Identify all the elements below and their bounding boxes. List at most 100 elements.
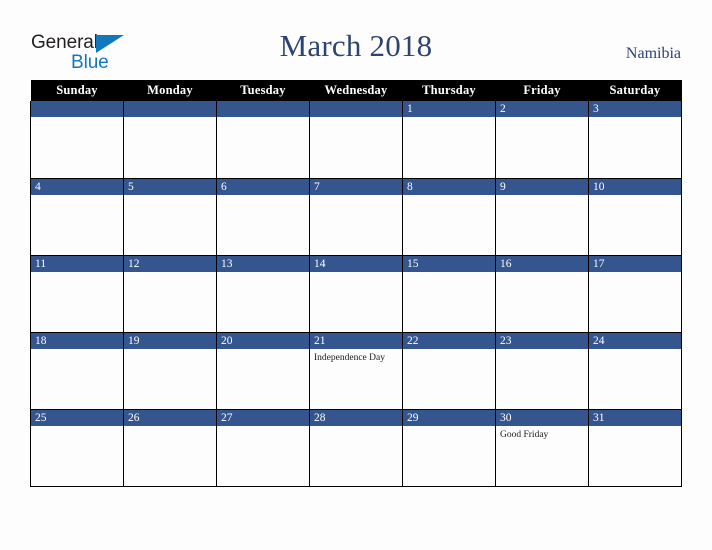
day-cell-content: 14 bbox=[310, 255, 402, 332]
calendar-day-cell[interactable]: 27 bbox=[216, 409, 310, 487]
weekday-header-friday: Friday bbox=[495, 80, 589, 101]
calendar-day-cell[interactable]: 15 bbox=[402, 255, 496, 333]
calendar-day-cell[interactable]: 14 bbox=[309, 255, 403, 333]
day-cell-content: 3 bbox=[589, 101, 681, 178]
day-cell-content: 26 bbox=[124, 409, 216, 486]
day-cell-content: 29 bbox=[403, 409, 495, 486]
day-cell-content: 21 Independence Day bbox=[310, 332, 402, 409]
calendar-table: Sunday Monday Tuesday Wednesday Thursday… bbox=[30, 80, 682, 487]
calendar-day-cell[interactable]: 5 bbox=[123, 178, 217, 256]
day-cell-content: 20 bbox=[217, 332, 309, 409]
day-cell-content: 1 bbox=[403, 101, 495, 178]
calendar-day-cell[interactable] bbox=[30, 101, 124, 179]
day-cell-content bbox=[217, 101, 309, 178]
day-number: 3 bbox=[589, 101, 681, 117]
day-cell-content: 16 bbox=[496, 255, 588, 332]
calendar-day-cell[interactable]: 6 bbox=[216, 178, 310, 256]
calendar-week-row: 123 bbox=[30, 101, 682, 179]
calendar-day-cell[interactable]: 1 bbox=[402, 101, 496, 179]
day-cell-content: 24 bbox=[589, 332, 681, 409]
calendar-body: 1 2 3 4 5 6 7 8 9 10 11 12 13 14 15 16 17 18 19 20 21 Indepen… bbox=[30, 101, 682, 487]
calendar-day-cell[interactable]: 23 bbox=[495, 332, 589, 410]
calendar-day-cell[interactable] bbox=[216, 101, 310, 179]
calendar-day-cell[interactable]: 29 bbox=[402, 409, 496, 487]
day-number bbox=[31, 101, 123, 117]
calendar-day-cell[interactable]: 11 bbox=[30, 255, 124, 333]
calendar-day-cell[interactable]: 24 bbox=[588, 332, 682, 410]
day-number bbox=[217, 101, 309, 117]
day-number: 6 bbox=[217, 178, 309, 195]
calendar-day-cell[interactable]: 10 bbox=[588, 178, 682, 256]
day-cell-content: 12 bbox=[124, 255, 216, 332]
calendar-day-cell[interactable]: 7 bbox=[309, 178, 403, 256]
day-cell-content: 4 bbox=[31, 178, 123, 255]
day-cell-content bbox=[31, 101, 123, 178]
day-number: 12 bbox=[124, 255, 216, 272]
day-number: 30 bbox=[496, 409, 588, 426]
day-cell-content: 28 bbox=[310, 409, 402, 486]
calendar-day-cell[interactable]: 26 bbox=[123, 409, 217, 487]
country-label: Namibia bbox=[625, 45, 681, 62]
calendar-day-cell[interactable]: 16 bbox=[495, 255, 589, 333]
calendar-day-cell[interactable]: 30 Good Friday bbox=[495, 409, 589, 487]
day-number: 25 bbox=[31, 409, 123, 426]
day-number bbox=[310, 101, 402, 117]
calendar-day-cell[interactable]: 2 bbox=[495, 101, 589, 179]
calendar-day-cell[interactable]: 21 Independence Day bbox=[309, 332, 403, 410]
calendar-week-row: 11 12 13 14 15 16 17 bbox=[30, 255, 682, 333]
calendar-day-cell[interactable]: 17 bbox=[588, 255, 682, 333]
calendar-day-cell[interactable]: 12 bbox=[123, 255, 217, 333]
weekday-header-sunday: Sunday bbox=[30, 80, 124, 101]
day-number: 16 bbox=[496, 255, 588, 272]
day-number: 26 bbox=[124, 409, 216, 426]
day-number: 18 bbox=[31, 332, 123, 349]
calendar-day-cell[interactable]: 18 bbox=[30, 332, 124, 410]
day-cell-content: 9 bbox=[496, 178, 588, 255]
day-cell-content: 23 bbox=[496, 332, 588, 409]
calendar-day-cell[interactable] bbox=[309, 101, 403, 179]
calendar-day-cell[interactable]: 13 bbox=[216, 255, 310, 333]
calendar-day-cell[interactable]: 20 bbox=[216, 332, 310, 410]
day-number: 10 bbox=[589, 178, 681, 195]
calendar-day-cell[interactable]: 8 bbox=[402, 178, 496, 256]
day-cell-content: 10 bbox=[589, 178, 681, 255]
weekday-header-saturday: Saturday bbox=[588, 80, 682, 101]
weekday-header-monday: Monday bbox=[123, 80, 217, 101]
day-number: 11 bbox=[31, 255, 123, 272]
day-number: 1 bbox=[403, 101, 495, 117]
day-number: 15 bbox=[403, 255, 495, 272]
day-number bbox=[124, 101, 216, 117]
day-number: 14 bbox=[310, 255, 402, 272]
day-number: 4 bbox=[31, 178, 123, 195]
calendar-day-cell[interactable]: 25 bbox=[30, 409, 124, 487]
weekday-header-thursday: Thursday bbox=[402, 80, 496, 101]
calendar-day-cell[interactable]: 28 bbox=[309, 409, 403, 487]
calendar-week-row: 18 19 20 21 Independence Day 22 23 24 bbox=[30, 332, 682, 410]
calendar-header-row-group: Sunday Monday Tuesday Wednesday Thursday… bbox=[30, 80, 682, 101]
day-cell-content: 18 bbox=[31, 332, 123, 409]
calendar-day-cell[interactable] bbox=[123, 101, 217, 179]
day-number: 9 bbox=[496, 178, 588, 195]
calendar-day-cell[interactable]: 3 bbox=[588, 101, 682, 179]
calendar-day-cell[interactable]: 19 bbox=[123, 332, 217, 410]
day-cell-content: 17 bbox=[589, 255, 681, 332]
day-cell-content bbox=[124, 101, 216, 178]
day-number: 13 bbox=[217, 255, 309, 272]
day-cell-content: 8 bbox=[403, 178, 495, 255]
holiday-event-label: Independence Day bbox=[314, 352, 385, 363]
calendar-day-cell[interactable]: 22 bbox=[402, 332, 496, 410]
day-number: 24 bbox=[589, 332, 681, 349]
day-number: 28 bbox=[310, 409, 402, 426]
calendar-day-cell[interactable]: 4 bbox=[30, 178, 124, 256]
day-number: 21 bbox=[310, 332, 402, 349]
calendar-day-cell[interactable]: 31 bbox=[588, 409, 682, 487]
calendar-day-cell[interactable]: 9 bbox=[495, 178, 589, 256]
day-cell-content: 30 Good Friday bbox=[496, 409, 588, 486]
day-number: 27 bbox=[217, 409, 309, 426]
page-header: General Blue March 2018 Namibia bbox=[0, 0, 712, 80]
day-cell-content: 5 bbox=[124, 178, 216, 255]
day-number: 8 bbox=[403, 178, 495, 195]
day-number: 7 bbox=[310, 178, 402, 195]
day-cell-content: 22 bbox=[403, 332, 495, 409]
day-number: 22 bbox=[403, 332, 495, 349]
